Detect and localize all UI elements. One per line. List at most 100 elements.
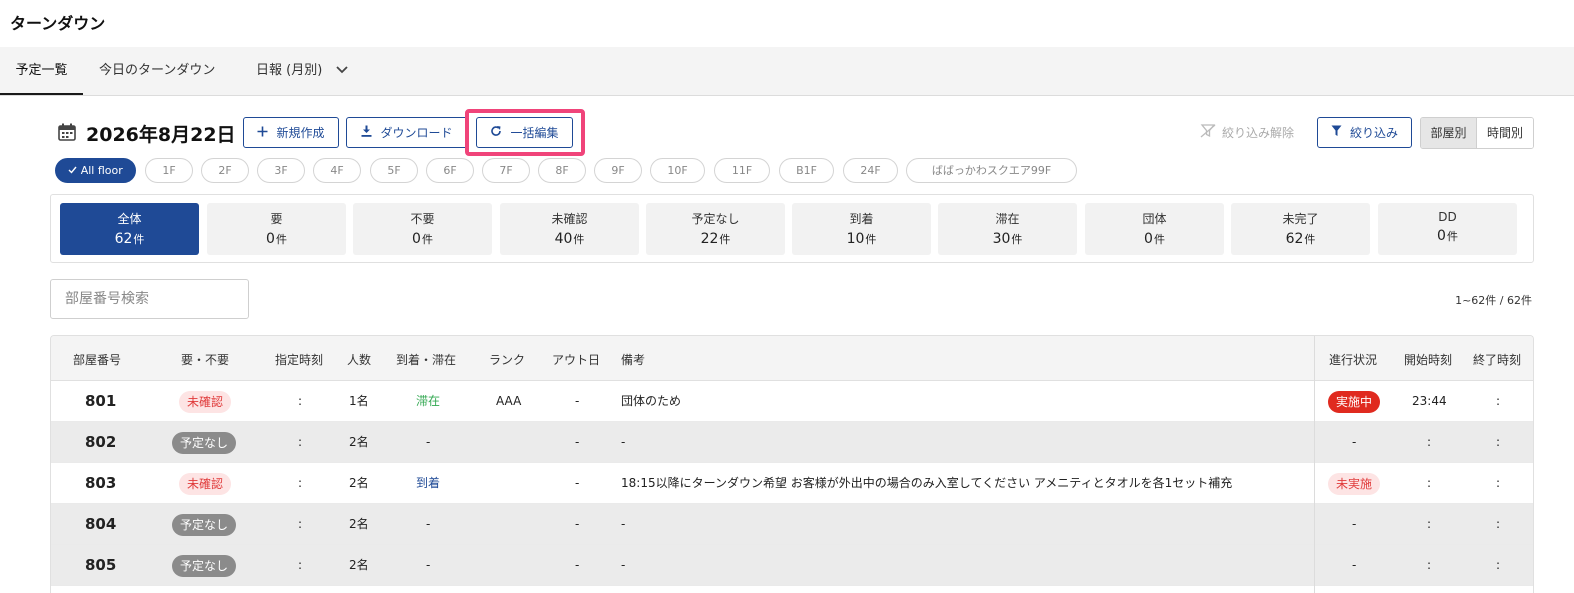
out-date: - [575,394,580,408]
progress-badge: 未実施 [1328,472,1381,495]
guest-count: 2名 [349,558,369,572]
floor-chip[interactable]: 2F [201,158,249,183]
stat-count-unit: 件 [1304,233,1316,246]
room-search-input[interactable] [50,279,249,319]
stat-count-unit: 件 [1011,233,1023,246]
stat-count: 0件 [353,231,492,247]
view-by-time-button[interactable]: 時間別 [1477,118,1533,148]
floor-chip[interactable]: 6F [426,158,474,183]
download-button[interactable]: ダウンロード [346,117,468,148]
start-time: : [1427,558,1432,572]
floor-chip[interactable]: 10F [650,158,705,183]
scheduled-time: : [298,394,303,408]
stat-count-unit: 件 [421,233,433,246]
view-toggle: 部屋別 時間別 [1420,117,1534,149]
stat-count: 10件 [792,231,931,247]
new-button[interactable]: 新規作成 [243,117,339,148]
stat-card-dd[interactable]: DD 0件 [1378,203,1517,255]
need-status-badge: 未確認 [179,390,232,413]
header-out-date: アウト日 [552,353,601,367]
stat-card-group[interactable]: 団体 0件 [1085,203,1224,255]
floor-chip[interactable]: 3F [257,158,305,183]
table-row[interactable]: 802 予定なし : 2名 - - - - : : [51,422,1533,463]
end-time: : [1496,558,1501,572]
table-row[interactable]: 803 未確認 : 2名 到着 - 18:15以降にターンダウン希望 お客様が外… [51,463,1533,504]
out-date: - [575,435,580,449]
floor-chip[interactable]: 5F [370,158,418,183]
clear-filter-button[interactable]: 絞り込み解除 [1200,124,1294,141]
header-need: 要・不要 [181,353,230,367]
out-date: - [575,558,580,572]
floor-chip[interactable]: 24F [843,158,898,183]
room-number: 802 [85,433,117,451]
floor-chip[interactable]: B1F [779,158,834,183]
view-by-room-button[interactable]: 部屋別 [1421,118,1477,148]
table-row[interactable]: 805 予定なし : 2名 - - - - : : [51,545,1533,586]
stat-card-unconfirmed[interactable]: 未確認 40件 [500,203,639,255]
stat-count-value: 0 [266,231,275,247]
stat-count: 62件 [60,231,199,247]
floor-chip[interactable]: 9F [594,158,642,183]
floor-chip-all[interactable]: All floor [55,158,136,183]
table-row[interactable]: 801 未確認 : 1名 滞在 AAA - 団体のため 実施中 23:44 : [51,381,1533,422]
filter-off-icon [1200,124,1216,141]
stat-card-no-plan[interactable]: 予定なし 22件 [646,203,785,255]
calendar-icon [58,123,76,145]
header-time: 指定時刻 [275,353,324,367]
stat-count-value: 62 [114,231,133,247]
stat-count-unit: 件 [1446,230,1458,243]
stat-label: 要 [270,212,283,226]
guest-count: 1名 [349,394,369,408]
stat-count: 0件 [207,231,346,247]
filter-button[interactable]: 絞り込み [1317,117,1412,148]
start-time: : [1427,476,1432,490]
bulk-edit-button[interactable]: 一括編集 [476,117,573,148]
stat-card-incomplete[interactable]: 未完了 62件 [1231,203,1370,255]
stat-count-unit: 件 [719,233,731,246]
tab-daily-report[interactable]: 日報 (月別) [256,47,349,95]
scheduled-time: : [298,558,303,572]
table-row[interactable]: 804 予定なし : 2名 - - - - : : [51,504,1533,545]
stat-label: 滞在 [995,212,1020,226]
stat-card-stay[interactable]: 滞在 30件 [938,203,1077,255]
stat-card-all[interactable]: 全体 62件 [60,203,199,255]
tab-schedule-list[interactable]: 予定一覧 [0,47,83,95]
note: - [621,558,626,572]
progress-status: - [1352,517,1357,531]
stat-label: 到着 [849,212,874,226]
stat-count-unit: 件 [865,233,877,246]
stat-count-unit: 件 [573,233,585,246]
guest-count: 2名 [349,435,369,449]
note: 団体のため [621,394,682,408]
stat-card-needed[interactable]: 要 0件 [207,203,346,255]
start-time: 23:44 [1412,394,1447,408]
new-button-label: 新規作成 [276,126,325,140]
tab-daily-report-label: 日報 (月別) [256,63,323,78]
rank: AAA [496,394,522,408]
floor-chip[interactable]: 1F [145,158,193,183]
scheduled-time: : [298,435,303,449]
stat-card-arrival[interactable]: 到着 10件 [792,203,931,255]
out-date: - [575,517,580,531]
tab-todays-turndown[interactable]: 今日のターンダウン [99,47,215,95]
end-time: : [1496,476,1501,490]
arrival-status: - [426,435,431,449]
floor-chip-label: All floor [80,164,123,177]
floor-chip[interactable]: 11F [714,158,770,183]
progress-status: - [1352,558,1357,572]
arrival-status: - [426,517,431,531]
start-time: : [1427,435,1432,449]
header-rank: ランク [489,353,526,367]
stat-count-value: 22 [700,231,719,247]
stat-count-value: 0 [1144,231,1153,247]
stat-card-not-needed[interactable]: 不要 0件 [353,203,492,255]
download-button-label: ダウンロード [380,126,453,140]
floor-chip[interactable]: ばばっかわスクエア99F [906,158,1077,183]
floor-chip[interactable]: 4F [313,158,361,183]
floor-chip[interactable]: 7F [482,158,530,183]
stat-label: DD [1438,210,1457,224]
stat-count: 0件 [1085,231,1224,247]
floor-chip[interactable]: 8F [538,158,586,183]
tab-bar: 予定一覧 今日のターンダウン 日報 (月別) [0,47,1574,96]
stat-count-unit: 件 [1153,233,1165,246]
